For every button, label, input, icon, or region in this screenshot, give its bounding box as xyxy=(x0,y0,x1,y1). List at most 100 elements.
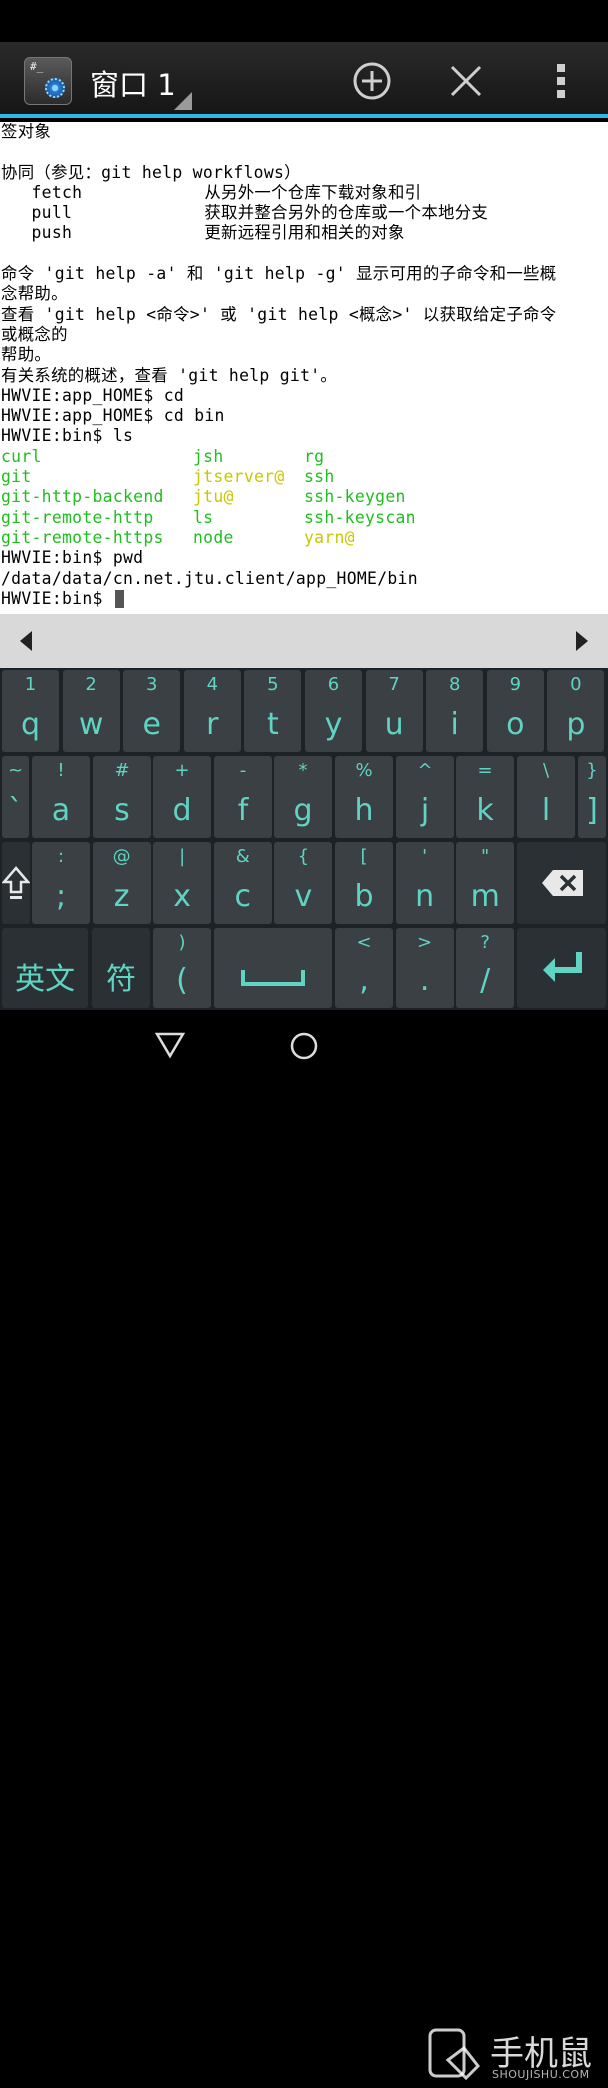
key-main-label: g xyxy=(293,793,313,828)
ls-output-row: git-remote-https node yarn@ xyxy=(0,528,608,548)
key-main-label: d xyxy=(172,793,192,828)
key-f[interactable]: -f xyxy=(214,756,272,838)
key-x[interactable]: | x xyxy=(153,842,212,924)
key-main-label: 英文 xyxy=(15,962,75,997)
language-switch-key[interactable]: 英文 xyxy=(2,928,88,1008)
key-main-label: q xyxy=(20,707,41,742)
terminal-line: 或概念的 xyxy=(1,324,68,344)
key-hint-label: 0 xyxy=(570,674,582,695)
system-nav-bar: 手机鼠 SHOUJISHU.COM xyxy=(0,1010,608,2081)
key-main-label: ; xyxy=(55,879,67,914)
ls-entry: curl xyxy=(1,446,42,466)
key-r[interactable]: 4r xyxy=(183,670,241,752)
key-;[interactable]: :; xyxy=(32,842,90,924)
key-c[interactable]: & c xyxy=(213,842,272,924)
ls-output-row: git-http-backend jtu@ ssh-keygen xyxy=(0,487,608,507)
key-main-label: s xyxy=(114,793,130,828)
space-key[interactable] xyxy=(214,928,332,1008)
ls-entry: git-remote-https xyxy=(1,527,164,547)
key-o[interactable]: 9o xyxy=(486,670,544,752)
add-circle-icon xyxy=(353,62,391,100)
key-hint-label: ) xyxy=(178,932,186,953)
key-main-label: l xyxy=(541,793,551,828)
ls-entry: jsh xyxy=(193,446,224,466)
key-l[interactable]: \ l xyxy=(517,756,575,838)
key-main-label: v xyxy=(294,879,313,914)
key-y[interactable]: 6y xyxy=(305,670,362,752)
terminal-line: 帮助。 xyxy=(1,345,52,365)
window-spinner-indicator-icon[interactable] xyxy=(174,92,192,110)
key-hint-label: < xyxy=(356,932,372,953)
terminal-output[interactable]: 签对象 协同（参见：git help workflows） fetch 从另外一个… xyxy=(0,122,608,614)
key-v[interactable]: {v xyxy=(274,842,333,924)
key-hint-label: \ xyxy=(542,760,550,781)
key-h[interactable]: % h xyxy=(335,756,393,838)
key-punct[interactable]: ? / xyxy=(456,928,515,1008)
action-bar-accent xyxy=(0,114,608,118)
terminal-prompt-line: HWVIE:bin$ xyxy=(0,589,608,609)
close-window-button[interactable] xyxy=(441,56,491,106)
key-hint-label: = xyxy=(477,760,493,781)
key-hint-label: | xyxy=(179,846,186,867)
window-title[interactable]: 窗口 1 xyxy=(90,62,176,104)
new-window-button[interactable] xyxy=(347,56,397,106)
key-main-label: r xyxy=(206,707,219,742)
key-][interactable]: }] xyxy=(578,756,606,838)
key-main-label: m xyxy=(470,879,500,914)
key-hint-label: ~ xyxy=(7,760,24,781)
terminal-line: /data/data/cn.net.jtu.client/app_HOME/bi… xyxy=(1,568,418,588)
key-n[interactable]: ' n xyxy=(395,842,454,924)
key-m[interactable]: " m xyxy=(456,842,515,924)
key-hint-label: " xyxy=(481,846,490,867)
key-i[interactable]: 8i xyxy=(426,670,484,752)
key-punct[interactable]: <, xyxy=(335,928,393,1008)
key-a[interactable]: ! a xyxy=(32,756,90,838)
key-hint-label: @ xyxy=(112,846,131,867)
key-punct[interactable]: >. xyxy=(395,928,454,1008)
ls-entry: jtserver@ xyxy=(193,467,285,487)
cursor-left-icon[interactable] xyxy=(20,631,32,651)
shift-icon xyxy=(2,866,30,899)
action-bar: #_ 窗口 1 xyxy=(0,42,608,118)
key-main-label: c xyxy=(234,879,252,914)
key-b[interactable]: [b xyxy=(335,842,393,924)
key-q[interactable]: 1q xyxy=(2,670,59,752)
status-bar xyxy=(0,0,608,42)
overflow-menu-button[interactable] xyxy=(536,56,586,106)
back-icon[interactable] xyxy=(154,1030,186,1060)
key-u[interactable]: 7u xyxy=(365,670,423,752)
key-w[interactable]: 2w xyxy=(62,670,120,752)
ls-entry: ssh xyxy=(304,467,335,487)
key-hint-label: > xyxy=(417,932,433,953)
key-main-label: ` xyxy=(8,793,23,828)
ls-entry: rg xyxy=(304,446,325,466)
key-d[interactable]: + d xyxy=(153,756,211,838)
terminal-line: HWVIE:app_HOME$ cd bin xyxy=(1,406,225,426)
key-hint-label: 5 xyxy=(267,674,279,695)
home-icon[interactable] xyxy=(288,1030,320,1062)
key-paren[interactable]: )( xyxy=(153,928,211,1008)
key-hint-label: - xyxy=(239,760,247,781)
symbol-key[interactable]: 符 xyxy=(92,928,150,1008)
terminal-line: pull 获取并整合另外的仓库或一个本地分支 xyxy=(1,203,489,223)
key-`[interactable]: ~ ` xyxy=(2,756,29,838)
key-g[interactable]: * g xyxy=(274,756,332,838)
key-p[interactable]: 0p xyxy=(547,670,605,752)
key-main-label: k xyxy=(476,793,494,828)
key-s[interactable]: # s xyxy=(93,756,151,838)
key-hint-label: 8 xyxy=(448,674,461,695)
key-k[interactable]: = k xyxy=(456,756,514,838)
key-main-label: p xyxy=(566,707,586,742)
delete-key[interactable] xyxy=(517,842,606,924)
key-t[interactable]: 5t xyxy=(244,670,302,752)
key-z[interactable]: @ z xyxy=(92,842,151,924)
shift-key[interactable] xyxy=(2,842,30,924)
enter-key[interactable] xyxy=(517,928,606,1008)
key-main-label: y xyxy=(324,707,343,742)
key-j[interactable]: ^ j xyxy=(396,756,454,838)
ls-entry: ls xyxy=(193,507,214,527)
cursor-right-icon[interactable] xyxy=(576,631,588,651)
ls-entry: node xyxy=(193,527,234,547)
key-e[interactable]: 3e xyxy=(123,670,181,752)
terminal-line: 签对象 xyxy=(1,122,52,141)
